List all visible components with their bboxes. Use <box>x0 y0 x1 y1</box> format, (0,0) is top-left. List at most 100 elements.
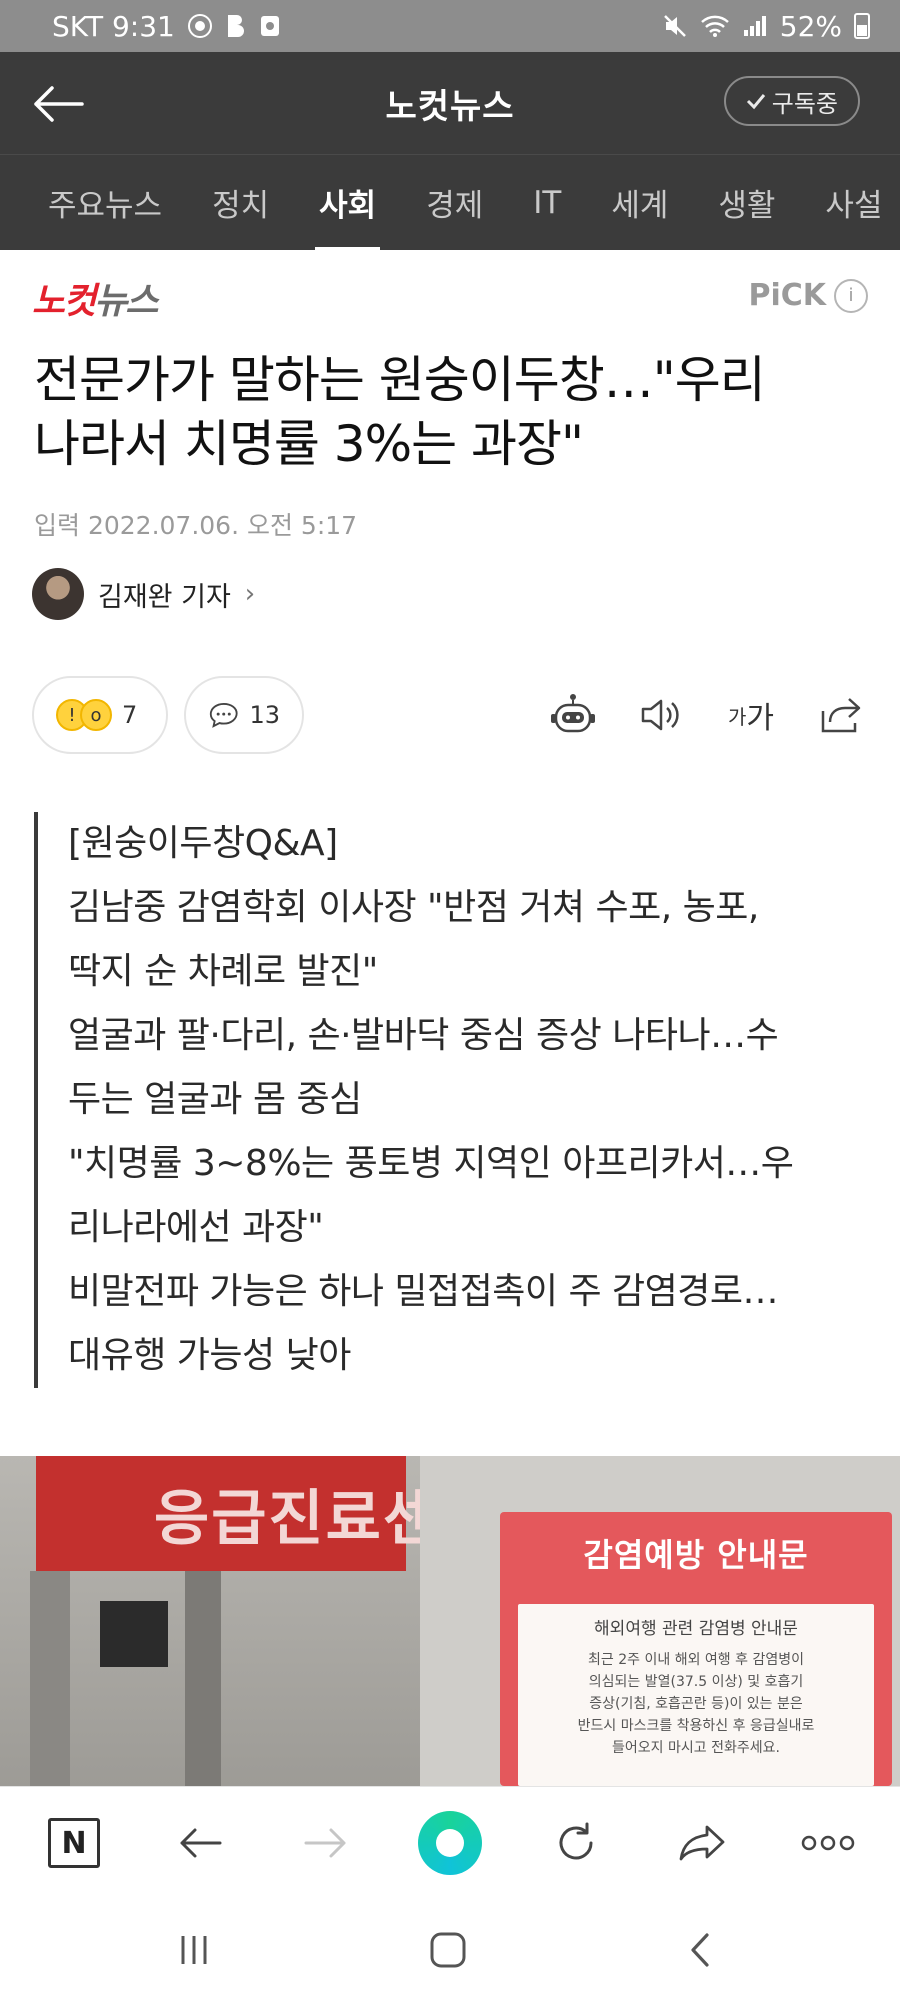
recent-apps-button[interactable] <box>166 1922 222 1978</box>
back-button[interactable] <box>28 74 88 134</box>
speaker-icon <box>641 699 679 731</box>
more-dots-icon <box>801 1835 855 1851</box>
photo-notice-board: 감염예방 안내문 해외여행 관련 감염병 안내문 최근 2주 이내 해외 여행 … <box>500 1512 892 1786</box>
press-logo[interactable]: 노컷뉴스 <box>32 272 159 324</box>
reload-icon <box>559 1822 593 1860</box>
status-bar: SKT 9:31 52% <box>0 0 900 52</box>
recents-icon <box>181 1936 207 1964</box>
article-photo[interactable]: 응급진료센 감염예방 안내문 해외여행 관련 감염병 안내문 최근 2주 이내 … <box>0 1456 900 1786</box>
summary-line: 딱지 순 차례로 발진" <box>68 951 378 992</box>
photo-sign-text: 응급진료센 <box>154 1484 440 1554</box>
subscribe-label: 구독중 <box>771 89 838 118</box>
category-tab[interactable]: IT <box>533 155 561 250</box>
wifi-icon <box>700 14 730 38</box>
chevron-right-icon: › <box>244 579 256 609</box>
category-tab[interactable]: 사설 <box>825 155 882 250</box>
app-title: 노컷뉴스 <box>385 86 515 127</box>
press-logo-part2: 뉴스 <box>94 281 158 322</box>
notice-line: 반드시 마스크를 착용하신 후 응급실내로 <box>577 1718 815 1734</box>
starbucks-icon <box>187 13 213 39</box>
notice-card: 해외여행 관련 감염병 안내문 최근 2주 이내 해외 여행 후 감염병이 의심… <box>518 1604 874 1786</box>
browser-toolbar: N <box>0 1786 900 1896</box>
battery-percent: 52% <box>779 9 842 43</box>
share-icon <box>821 698 861 733</box>
check-icon <box>746 94 765 110</box>
chevron-left-icon <box>691 1933 709 1967</box>
font-size-button[interactable]: 가가 <box>722 686 780 744</box>
summary-line: 리나라에선 과장" <box>68 1207 324 1248</box>
reporter-byline[interactable]: 김재완 기자 › <box>32 568 255 620</box>
article-headline: 전문가가 말하는 원숭이두창…"우리 나라서 치명률 3%는 과장" <box>34 348 874 476</box>
pick-label: PiCK <box>748 278 826 313</box>
summary-line: 김남중 감염학회 이사장 "반점 거쳐 수포, 농포, <box>68 887 759 928</box>
green-dot-button[interactable] <box>418 1811 482 1875</box>
robot-icon <box>551 694 595 733</box>
notice-line: 증상(기침, 호흡곤란 등)이 있는 분은 <box>589 1696 803 1712</box>
wow-emoji-icon: o <box>80 699 112 731</box>
category-tab[interactable]: 주요뉴스 <box>48 155 162 250</box>
photo-pillar <box>30 1571 70 1786</box>
comment-icon <box>209 702 238 728</box>
photo-small-sign <box>100 1601 168 1667</box>
share-button[interactable] <box>812 686 870 744</box>
b-app-icon <box>225 13 247 39</box>
battery-icon <box>854 13 870 39</box>
reaction-toolbar: ! o 7 13 가가 <box>32 676 872 754</box>
category-tab[interactable]: 경제 <box>426 155 483 250</box>
browser-forward-button[interactable] <box>294 1811 358 1875</box>
category-tab[interactable]: 생활 <box>718 155 775 250</box>
comment-count: 13 <box>249 701 280 729</box>
robot-summary-button[interactable] <box>544 686 602 744</box>
reporter-avatar <box>32 568 84 620</box>
summary-line: 얼굴과 팔·다리, 손·발바닥 중심 증상 나타나…수 <box>68 1015 779 1056</box>
notice-line: 들어오지 마시고 전화주세요. <box>612 1740 780 1756</box>
naver-home-button[interactable]: N <box>42 1811 106 1875</box>
home-button[interactable] <box>420 1922 476 1978</box>
app-header: 노컷뉴스 구독중 <box>0 52 900 154</box>
emoji-count: 7 <box>122 701 138 729</box>
category-tab[interactable]: 정치 <box>212 155 269 250</box>
more-button[interactable] <box>796 1811 860 1875</box>
notice-subtitle: 해외여행 관련 감염병 안내문 <box>594 1619 798 1639</box>
category-tab[interactable]: 사회 <box>315 155 381 250</box>
notice-title: 감염예방 안내문 <box>583 1536 809 1574</box>
text-to-speech-button[interactable] <box>632 686 690 744</box>
article-summary: [원숭이두창Q&A] 김남중 감염학회 이사장 "반점 거쳐 수포, 농포, 딱지 … <box>34 812 854 1388</box>
font-size-large-label: 가 <box>746 701 774 736</box>
system-navigation-bar <box>0 1896 900 2000</box>
subscribe-button[interactable]: 구독중 <box>723 76 860 126</box>
category-tabs: 주요뉴스 정치 사회 경제 IT 세계 생활 사설 <box>0 154 900 250</box>
n-logo-icon: N <box>48 1818 100 1868</box>
home-icon <box>430 1932 466 1968</box>
share-arrow-icon <box>679 1825 725 1861</box>
category-tab[interactable]: 세계 <box>611 155 668 250</box>
summary-line: 대유행 가능성 낮아 <box>68 1335 351 1376</box>
emoji-reaction-button[interactable]: ! o 7 <box>32 676 168 754</box>
summary-line: "치명률 3~8%는 풍토병 지역인 아프리카서…우 <box>68 1143 794 1184</box>
summary-line: 두는 얼굴과 몸 중심 <box>68 1079 362 1120</box>
reload-button[interactable] <box>544 1811 608 1875</box>
notice-line: 최근 2주 이내 해외 여행 후 감염병이 <box>588 1652 804 1668</box>
published-date: 입력 2022.07.06. 오전 5:17 <box>34 511 358 540</box>
headline-line-1: 전문가가 말하는 원숭이두창…"우리 <box>34 351 766 409</box>
browser-share-button[interactable] <box>670 1811 734 1875</box>
mute-icon <box>662 13 688 39</box>
info-icon[interactable]: i <box>834 278 868 313</box>
browser-back-button[interactable] <box>168 1811 232 1875</box>
green-dot-icon <box>418 1811 482 1875</box>
system-back-button[interactable] <box>672 1922 728 1978</box>
notice-line: 의심되는 발열(37.5 이상) 및 호흡기 <box>588 1674 804 1690</box>
comment-button[interactable]: 13 <box>184 676 304 754</box>
summary-line: [원숭이두창Q&A] <box>68 823 338 864</box>
font-size-small-label: 가 <box>727 704 747 729</box>
reaction-emoji-icon: ! o <box>56 699 112 731</box>
reporter-name: 김재완 기자 <box>98 581 231 613</box>
arrow-left-icon <box>34 86 84 122</box>
summary-line: 비말전파 가능은 하나 밀접접촉이 주 감염경로… <box>68 1271 779 1312</box>
status-carrier-time: SKT 9:31 <box>52 9 175 43</box>
notification-app-icon <box>259 14 281 38</box>
arrow-left-icon <box>180 1828 222 1858</box>
pick-badge[interactable]: PiCK i <box>748 278 868 313</box>
headline-line-2: 나라서 치명률 3%는 과장" <box>34 415 584 473</box>
press-logo-part1: 노컷 <box>32 281 96 322</box>
